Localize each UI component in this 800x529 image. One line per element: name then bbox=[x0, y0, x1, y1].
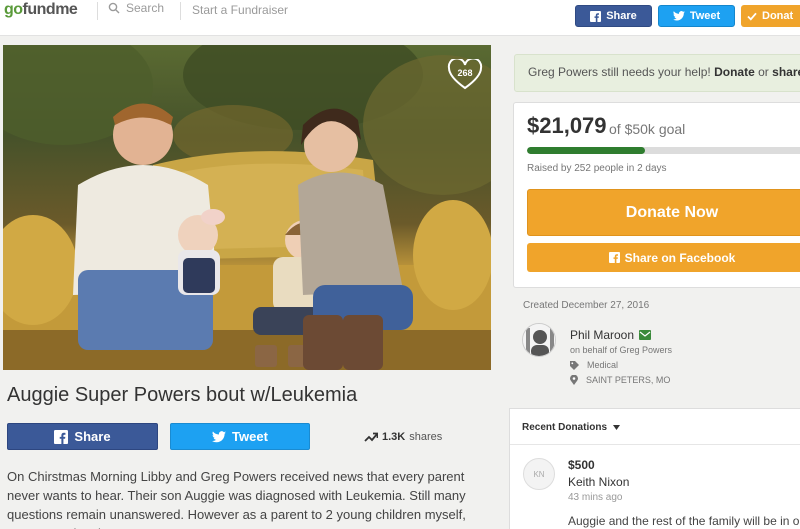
heart-count: 268 bbox=[457, 68, 473, 78]
nav-donate-label: Donat bbox=[762, 10, 794, 22]
heart-badge[interactable]: 268 bbox=[447, 59, 483, 91]
start-fundraiser-link[interactable]: Start a Fundraiser bbox=[192, 3, 288, 17]
category-row: Medical bbox=[570, 360, 618, 370]
logo-rest-text: fundme bbox=[22, 1, 78, 18]
goal-text: of $50k goal bbox=[609, 121, 686, 137]
donor-avatar: KN bbox=[523, 458, 555, 490]
on-behalf-text: on behalf of Greg Powers bbox=[570, 345, 673, 355]
organizer-name-text: Phil Maroon bbox=[570, 328, 635, 342]
recent-donations-card: Recent Donations KN $500 Keith Nixon 43 … bbox=[509, 408, 800, 529]
amount-raised: $21,079 bbox=[527, 113, 607, 138]
needs-help-share-link[interactable]: share bbox=[772, 65, 800, 79]
created-date: Created December 27, 2016 bbox=[523, 300, 650, 311]
recent-donations-label: Recent Donations bbox=[522, 422, 608, 433]
search-link[interactable]: Search bbox=[108, 1, 164, 15]
nav-divider bbox=[180, 2, 181, 20]
campaign-photo: 268 bbox=[3, 45, 491, 370]
share-on-facebook-label: Share on Facebook bbox=[624, 250, 736, 265]
goal-progress-fill bbox=[527, 147, 645, 154]
avatar-image bbox=[523, 324, 555, 356]
organizer-name[interactable]: Phil Maroon bbox=[570, 328, 652, 342]
category-text[interactable]: Medical bbox=[587, 360, 618, 370]
nav-donate-button[interactable]: Donat bbox=[741, 5, 800, 27]
tweet-button[interactable]: Tweet bbox=[170, 423, 310, 450]
checkmark-icon bbox=[747, 12, 757, 21]
donation-goal-card: $21,079 of $50k goal Raised by 252 peopl… bbox=[513, 102, 800, 288]
donation-amount: $500 bbox=[568, 458, 595, 472]
trending-up-icon bbox=[364, 432, 378, 442]
message-icon[interactable] bbox=[639, 330, 652, 340]
top-nav-bar: gofundme Search Start a Fundraiser Share… bbox=[0, 0, 800, 36]
shares-word: shares bbox=[409, 431, 443, 443]
location-text: SAINT PETERS, MO bbox=[586, 375, 671, 385]
caret-down-icon bbox=[613, 425, 621, 430]
organizer-avatar[interactable] bbox=[522, 323, 556, 357]
donation-message: Auggie and the rest of the family will b… bbox=[568, 514, 800, 528]
share-facebook-button[interactable]: Share bbox=[7, 423, 158, 450]
divider bbox=[510, 444, 800, 445]
needs-help-donate-link[interactable]: Donate bbox=[714, 65, 755, 79]
nav-share-facebook-button[interactable]: Share bbox=[575, 5, 652, 27]
share-label: Share bbox=[74, 429, 111, 444]
facebook-icon bbox=[54, 429, 69, 444]
tweet-label: Tweet bbox=[232, 429, 268, 444]
search-label: Search bbox=[126, 1, 165, 15]
twitter-icon bbox=[672, 11, 685, 21]
donor-name: Keith Nixon bbox=[568, 475, 630, 489]
location-pin-icon bbox=[570, 375, 578, 385]
gofundme-logo[interactable]: gofundme bbox=[4, 1, 78, 19]
needs-help-text: Greg Powers still needs your help! bbox=[528, 65, 711, 79]
facebook-icon bbox=[608, 252, 620, 263]
donation-time: 43 mins ago bbox=[568, 492, 623, 503]
campaign-story: On Chirstmas Morning Libby and Greg Powe… bbox=[7, 469, 466, 529]
logo-go-text: go bbox=[4, 1, 23, 18]
search-icon bbox=[108, 2, 120, 14]
recent-donations-dropdown[interactable]: Recent Donations bbox=[522, 422, 621, 433]
needs-help-or: or bbox=[758, 65, 769, 79]
goal-progress-bar bbox=[527, 147, 800, 154]
nav-divider bbox=[97, 2, 98, 20]
raised-by-text: Raised by 252 people in 2 days bbox=[527, 163, 667, 174]
family-photo-illustration bbox=[3, 45, 491, 370]
nav-tweet-button[interactable]: Tweet bbox=[658, 5, 735, 27]
facebook-icon bbox=[590, 10, 602, 22]
twitter-icon bbox=[212, 430, 227, 442]
campaign-title: Auggie Super Powers bout w/Leukemia bbox=[7, 384, 358, 406]
nav-tweet-label: Tweet bbox=[689, 10, 721, 22]
tag-icon bbox=[570, 360, 579, 370]
donate-now-button[interactable]: Donate Now bbox=[527, 189, 800, 236]
needs-help-banner: Greg Powers still needs your help! Donat… bbox=[514, 54, 800, 92]
location-row: SAINT PETERS, MO bbox=[570, 375, 670, 385]
shares-count: 1.3K shares bbox=[364, 431, 442, 443]
nav-share-label: Share bbox=[606, 10, 637, 22]
shares-number: 1.3K bbox=[382, 431, 406, 443]
share-on-facebook-button[interactable]: Share on Facebook bbox=[527, 243, 800, 272]
